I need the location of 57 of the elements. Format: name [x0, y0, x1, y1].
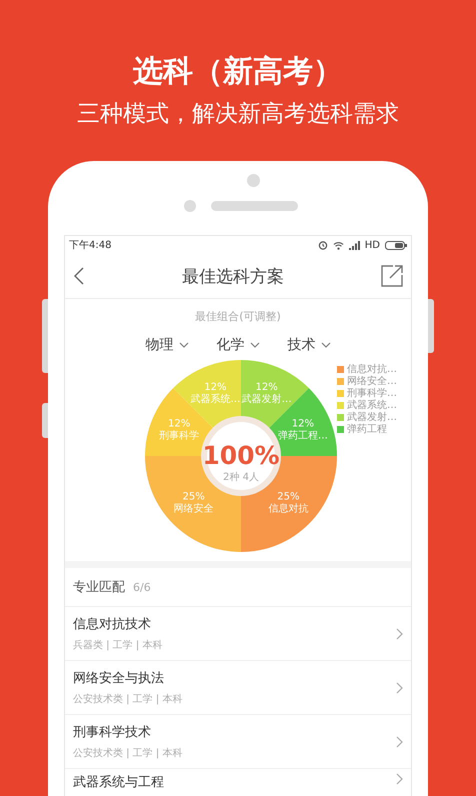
major-details: 公安技术类 | 工学 | 本科	[73, 746, 182, 760]
legend-label: 弹药工程	[347, 424, 387, 435]
chevron-icon	[396, 736, 403, 748]
back-icon[interactable]	[73, 267, 85, 285]
slice-value: 12%	[168, 418, 190, 430]
caret-icon	[320, 342, 330, 348]
alarm-icon	[318, 240, 328, 250]
signal-icon	[348, 240, 360, 250]
promo-title: 选科（新高考）	[133, 53, 343, 91]
major-list-item[interactable]: 信息对抗技术 兵器类 | 工学 | 本科	[65, 607, 411, 661]
match-count: 6/6	[133, 580, 151, 594]
slice-value: 25%	[182, 491, 205, 502]
major-name: 刑事科学技术	[73, 724, 152, 741]
slice-label: 武器发射…	[242, 394, 292, 406]
legend-label: 武器系统…	[347, 400, 397, 411]
combination-hint: 最佳组合(可调整)	[195, 309, 281, 324]
battery-icon	[385, 240, 407, 250]
status-time: 下午4:48	[69, 239, 112, 252]
legend-label: 信息对抗…	[347, 364, 397, 375]
slice-label: 弹药工程…	[278, 430, 328, 442]
slice-value: 12%	[256, 382, 278, 394]
chevron-icon	[396, 682, 403, 694]
page-title: 最佳选科方案	[182, 266, 284, 288]
major-details: 兵器类 | 工学 | 本科	[73, 638, 162, 652]
wifi-icon	[332, 240, 344, 250]
major-name: 信息对抗技术	[73, 616, 152, 633]
percent-value: 100%	[202, 441, 280, 470]
count-caption: 2种 4人	[223, 472, 259, 483]
subject-select[interactable]: 化学	[216, 336, 260, 354]
earpiece-dot	[247, 174, 260, 187]
major-name: 网络安全与执法	[73, 670, 165, 687]
caret-icon	[178, 342, 188, 348]
major-list-item[interactable]: 网络安全与执法 公安技术类 | 工学 | 本科	[65, 661, 411, 715]
legend-label: 网络安全…	[347, 376, 397, 387]
caret-icon	[250, 342, 260, 348]
legend-label: 武器发射…	[347, 412, 397, 423]
slice-label: 信息对抗	[268, 503, 308, 514]
share-icon[interactable]	[381, 265, 403, 287]
major-list-item[interactable]: 武器系统与工程	[65, 769, 411, 796]
subject-select[interactable]: 物理	[146, 336, 188, 354]
camera-dot	[184, 200, 196, 212]
chevron-icon	[396, 628, 403, 640]
promo-subtitle: 三种模式，解决新高考选科需求	[77, 100, 399, 129]
section-title: 专业匹配	[73, 579, 125, 596]
legend-label: 刑事科学…	[347, 388, 397, 399]
network-label: HD	[364, 240, 380, 250]
chevron-icon	[396, 773, 403, 785]
slice-label: 武器系统…	[190, 394, 240, 406]
slice-label: 刑事科学	[159, 430, 200, 442]
slice-value: 12%	[292, 418, 314, 430]
slice-label: 网络安全	[174, 503, 214, 514]
major-list-item[interactable]: 刑事科学技术 公安技术类 | 工学 | 本科	[65, 715, 411, 769]
major-name: 武器系统与工程	[73, 774, 164, 791]
subject-select[interactable]: 技术	[288, 336, 330, 354]
major-details: 公安技术类 | 工学 | 本科	[73, 692, 182, 706]
slice-value: 12%	[204, 382, 226, 394]
slice-value: 25%	[277, 491, 300, 502]
